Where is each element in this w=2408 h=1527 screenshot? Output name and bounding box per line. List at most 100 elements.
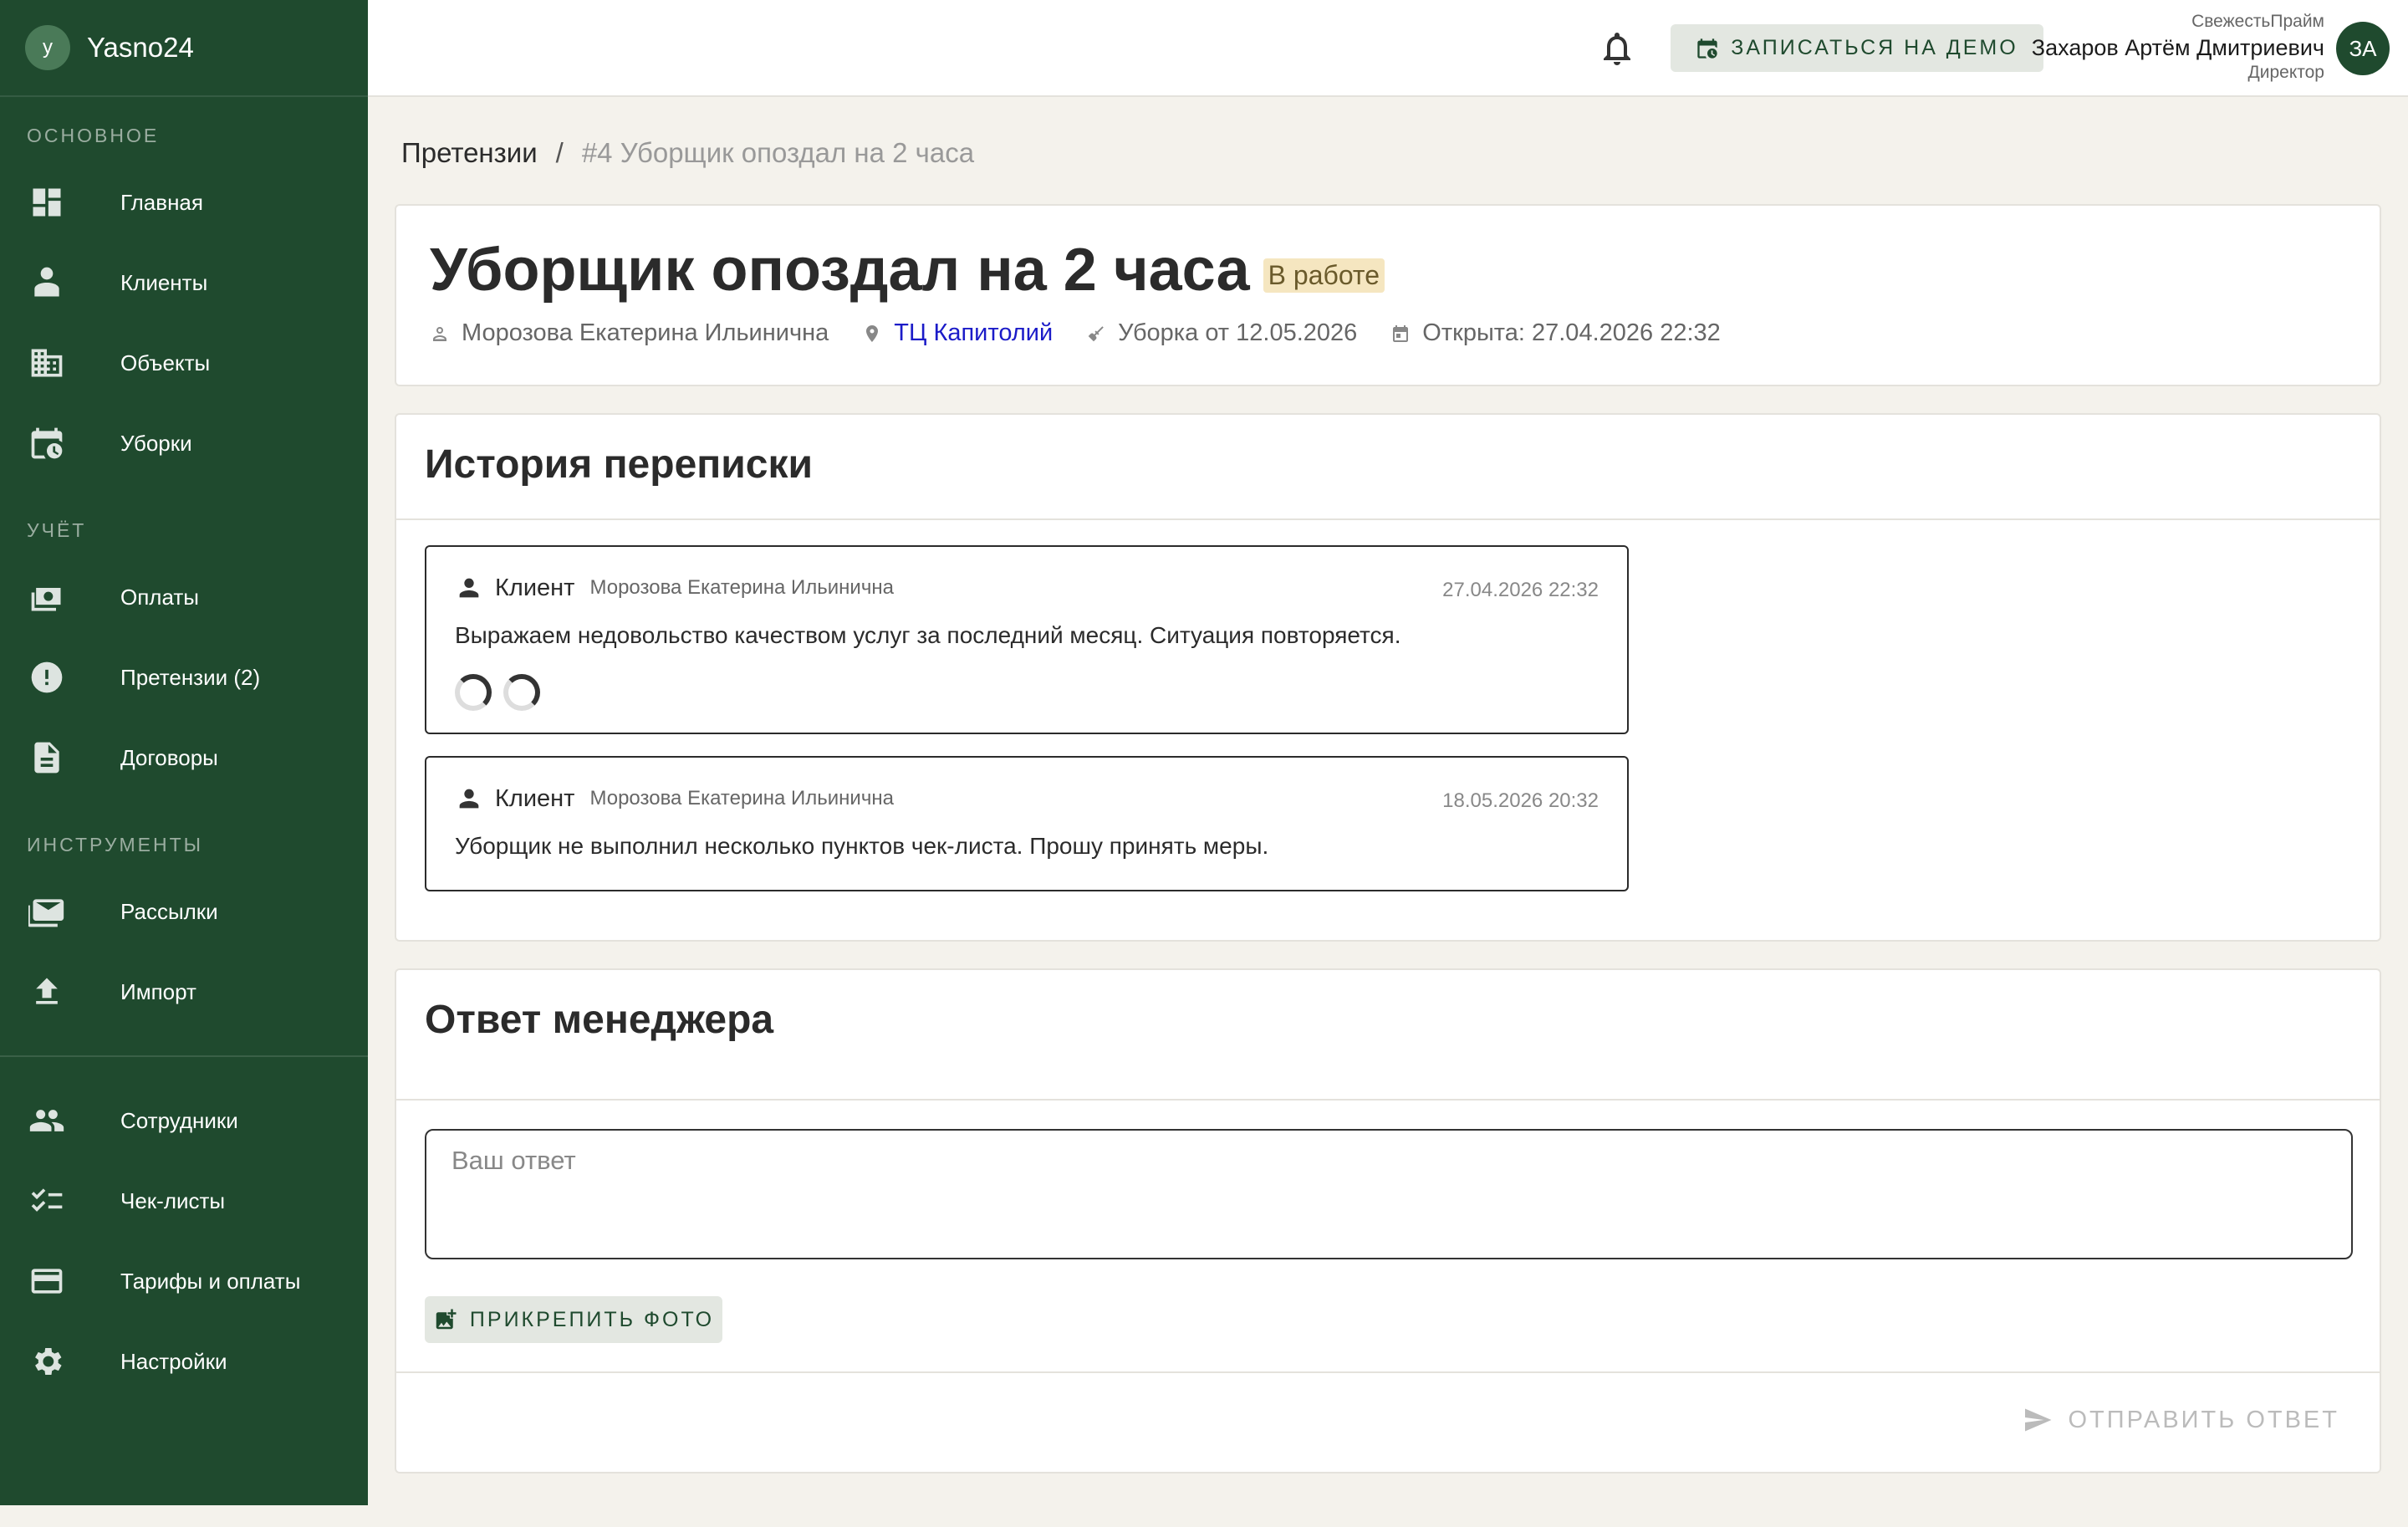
message-header: Клиент Морозова Екатерина Ильинична	[455, 574, 894, 602]
message-header: Клиент Морозова Екатерина Ильинична	[455, 784, 894, 813]
claim-opened: Открыта: 27.04.2026 22:32	[1390, 319, 1721, 347]
mail-icon	[27, 891, 67, 932]
claim-opened-date: Открыта: 27.04.2026 22:32	[1422, 319, 1721, 346]
loading-spinner-icon	[455, 674, 492, 711]
page-title: Уборщик опоздал на 2 часа В работе	[430, 236, 1385, 304]
breadcrumb-separator: /	[555, 137, 564, 168]
message-date: 27.04.2026 22:32	[1442, 579, 1599, 601]
person-icon	[459, 578, 479, 598]
send-answer-label: ОТПРАВИТЬ ОТВЕТ	[2068, 1406, 2339, 1433]
calendar-clock-icon	[27, 423, 67, 463]
message-author: Морозова Екатерина Ильинична	[589, 576, 894, 599]
history-title: История переписки	[425, 442, 813, 487]
upload-icon	[27, 972, 67, 1012]
manager-answer-card: Ответ менеджера ПРИКРЕПИТЬ ФОТО ОТПРАВИТ…	[395, 968, 2381, 1473]
send-icon	[2025, 1408, 2052, 1432]
message-card: Клиент Морозова Екатерина Ильинична 27.0…	[425, 545, 1629, 734]
attachments-loading	[455, 674, 540, 711]
sidebar-item-label: Претензии (2)	[120, 664, 261, 690]
sidebar-item-cleanings[interactable]: Уборки	[0, 403, 368, 483]
sidebar-item-import[interactable]: Импорт	[0, 952, 368, 1032]
breadcrumb-claims-link[interactable]: Претензии	[401, 137, 538, 169]
claim-client-name: Морозова Екатерина Ильинична	[462, 319, 829, 346]
dashboard-icon	[27, 182, 67, 222]
claim-object: ТЦ Капитолий	[862, 319, 1053, 347]
claim-client: Морозова Екатерина Ильинична	[430, 319, 829, 347]
brand-name: Yasno24	[87, 32, 194, 63]
clients-icon	[27, 263, 67, 303]
building-icon	[27, 343, 67, 383]
claim-cleaning-date: Уборка от 12.05.2026	[1118, 319, 1358, 346]
sidebar-item-mailings[interactable]: Рассылки	[0, 871, 368, 952]
sidebar-item-settings[interactable]: Настройки	[0, 1321, 368, 1402]
message-text: Уборщик не выполнил несколько пунктов че…	[455, 833, 1269, 859]
breadcrumb: Претензии / #4 Уборщик опоздал на 2 часа	[401, 137, 974, 169]
claim-title: Уборщик опоздал на 2 часа	[430, 237, 1250, 304]
section-label-tools: ИНСТРУМЕНТЫ	[27, 833, 204, 855]
section-label-main: ОСНОВНОЕ	[27, 124, 160, 146]
answer-title: Ответ менеджера	[425, 998, 774, 1042]
sidebar-item-label: Оплаты	[120, 584, 199, 610]
sidebar-item-label: Сотрудники	[120, 1107, 238, 1133]
notifications-bell-icon[interactable]	[1597, 28, 1637, 69]
sidebar-item-claims[interactable]: Претензии (2)	[0, 637, 368, 718]
status-badge: В работе	[1263, 258, 1385, 293]
divider	[396, 1371, 2380, 1373]
breadcrumb-current: #4 Уборщик опоздал на 2 часа	[581, 137, 975, 168]
attach-photo-label: ПРИКРЕПИТЬ ФОТО	[469, 1307, 715, 1331]
message-role: Клиент	[495, 784, 575, 812]
sidebar-item-label: Чек-листы	[120, 1187, 226, 1213]
calendar-clock-icon	[1697, 38, 1717, 59]
user-role: Директор	[2247, 63, 2324, 82]
claim-cleaning: Уборка от 12.05.2026	[1086, 319, 1357, 347]
send-answer-button[interactable]: ОТПРАВИТЬ ОТВЕТ	[2023, 1405, 2339, 1435]
divider	[396, 1099, 2380, 1101]
top-bar: ЗАПИСАТЬСЯ НА ДЕМО СвежестьПрайм Захаров…	[368, 0, 2408, 97]
attach-photo-button[interactable]: ПРИКРЕПИТЬ ФОТО	[425, 1296, 722, 1343]
gear-icon	[27, 1341, 67, 1381]
answer-textarea[interactable]	[425, 1129, 2353, 1259]
user-menu[interactable]: СвежестьПрайм Захаров Артём Дмитриевич Д…	[2032, 12, 2324, 83]
add-photo-icon	[436, 1309, 457, 1330]
user-name: Захаров Артём Дмитриевич	[2031, 35, 2324, 60]
book-demo-label: ЗАПИСАТЬСЯ НА ДЕМО	[1731, 36, 2018, 59]
sidebar-item-label: Объекты	[120, 350, 211, 375]
brand-logo-icon: y	[25, 25, 70, 70]
document-icon	[27, 738, 67, 778]
person-icon	[433, 326, 446, 341]
sidebar-item-label: Тарифы и оплаты	[120, 1268, 301, 1294]
sidebar-item-home[interactable]: Главная	[0, 162, 368, 243]
sidebar-item-label: Импорт	[120, 978, 196, 1004]
section-label-accounting: УЧЁТ	[27, 518, 87, 541]
sidebar-item-objects[interactable]: Объекты	[0, 323, 368, 403]
loading-spinner-icon	[503, 674, 540, 711]
sidebar-item-label: Уборки	[120, 430, 192, 456]
message-date: 18.05.2026 20:32	[1442, 789, 1599, 812]
correspondence-history-card: История переписки Клиент Морозова Екатер…	[395, 413, 2381, 942]
sidebar-item-checklists[interactable]: Чек-листы	[0, 1161, 368, 1241]
brand[interactable]: y Yasno24	[0, 0, 368, 97]
message-role: Клиент	[495, 574, 575, 601]
claim-header-card: Уборщик опоздал на 2 часа В работе Мороз…	[395, 204, 2381, 386]
checklist-icon	[27, 1181, 67, 1221]
sidebar-item-clients[interactable]: Клиенты	[0, 243, 368, 323]
sidebar-item-contracts[interactable]: Договоры	[0, 718, 368, 798]
credit-card-icon	[27, 1261, 67, 1301]
claim-meta: Морозова Екатерина Ильинична ТЦ Капитоли…	[430, 319, 1742, 347]
user-company: СвежестьПрайм	[2191, 12, 2324, 31]
person-icon	[459, 789, 479, 809]
divider	[396, 518, 2380, 520]
sidebar-item-employees[interactable]: Сотрудники	[0, 1080, 368, 1161]
sidebar-item-label: Главная	[120, 189, 203, 215]
message-text: Выражаем недовольство качеством услуг за…	[455, 622, 1401, 648]
sidebar-item-payments[interactable]: Оплаты	[0, 557, 368, 637]
calendar-icon	[1393, 324, 1409, 342]
brand-logo-letter: y	[43, 36, 53, 59]
sidebar-item-label: Договоры	[120, 744, 218, 770]
sidebar-item-tariffs[interactable]: Тарифы и оплаты	[0, 1241, 368, 1321]
avatar[interactable]: ЗА	[2336, 22, 2390, 75]
book-demo-button[interactable]: ЗАПИСАТЬСЯ НА ДЕМО	[1671, 24, 2043, 72]
sidebar-item-label: Рассылки	[120, 898, 218, 924]
location-pin-icon	[866, 324, 879, 342]
claim-object-link[interactable]: ТЦ Капитолий	[894, 319, 1053, 347]
